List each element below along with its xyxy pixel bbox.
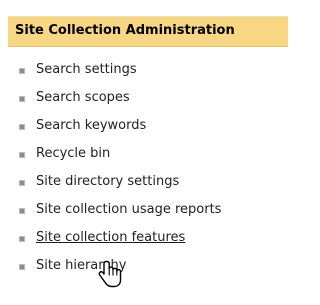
search-settings-link[interactable]: Search settings	[36, 62, 137, 77]
list-item-search-settings: Search settings	[0, 58, 297, 86]
bullet-icon	[19, 124, 25, 130]
site-directory-settings-link[interactable]: Site directory settings	[36, 174, 179, 189]
search-scopes-link[interactable]: Search scopes	[36, 90, 130, 105]
list-item-site-hierarchy: Site hierarchy	[0, 254, 297, 282]
bullet-icon	[19, 152, 25, 158]
bullet-icon	[19, 180, 25, 186]
list-item-usage-reports: Site collection usage reports	[0, 198, 297, 226]
section-title: Site Collection Administration	[15, 23, 235, 38]
list-item-site-directory-settings: Site directory settings	[0, 170, 297, 198]
site-collection-features-link[interactable]: Site collection features	[36, 230, 185, 245]
site-collection-administration-panel: Site Collection Administration Search se…	[0, 0, 297, 305]
bullet-icon	[19, 208, 25, 214]
site-collection-usage-reports-link[interactable]: Site collection usage reports	[36, 202, 221, 217]
bullet-icon	[19, 264, 25, 270]
admin-link-list: Search settings Search scopes Search key…	[0, 58, 297, 282]
list-item-site-collection-features: Site collection features	[0, 226, 297, 254]
section-header: Site Collection Administration	[8, 16, 288, 47]
list-item-search-scopes: Search scopes	[0, 86, 297, 114]
search-keywords-link[interactable]: Search keywords	[36, 118, 146, 133]
list-item-search-keywords: Search keywords	[0, 114, 297, 142]
bullet-icon	[19, 96, 25, 102]
list-item-recycle-bin: Recycle bin	[0, 142, 297, 170]
bullet-icon	[19, 236, 25, 242]
bullet-icon	[19, 68, 25, 74]
recycle-bin-link[interactable]: Recycle bin	[36, 146, 110, 161]
site-hierarchy-link[interactable]: Site hierarchy	[36, 258, 126, 273]
